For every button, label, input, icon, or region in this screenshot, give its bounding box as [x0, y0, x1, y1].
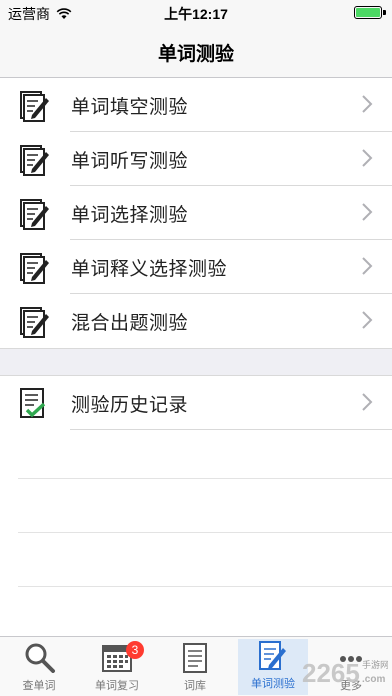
menu-item-mixed[interactable]: 混合出题测验	[0, 294, 392, 348]
section-divider	[0, 348, 392, 376]
menu-item-label: 单词填空测验	[71, 96, 189, 118]
menu-item-label: 单词选择测验	[71, 204, 189, 226]
menu-item-label: 混合出题测验	[71, 312, 189, 334]
menu-item-label: 单词释义选择测验	[71, 258, 228, 280]
menu-item-history[interactable]: 测验历史记录	[0, 376, 392, 430]
quiz-notepad-icon	[20, 199, 49, 230]
quiz-notepad-icon	[20, 145, 49, 176]
empty-row-divider	[18, 478, 392, 479]
tab-label: 查单词	[22, 679, 56, 692]
battery-level	[356, 8, 380, 17]
navigation-bar: 单词测验	[0, 26, 392, 78]
battery-icon	[354, 6, 386, 19]
review-count-badge: 3	[126, 641, 144, 659]
menu-item-choice[interactable]: 单词选择测验	[0, 186, 392, 240]
tab-label: 单词测验	[251, 677, 295, 690]
page-title: 单词测验	[157, 43, 234, 65]
menu-item-fill-blank[interactable]: 单词填空测验	[0, 78, 392, 132]
chevron-right-icon	[362, 393, 373, 411]
svg-text:.com: .com	[362, 674, 385, 685]
magnifier-icon	[25, 643, 55, 673]
chevron-right-icon	[362, 95, 373, 113]
site-watermark-logo: 2265 手游网 .com	[302, 658, 388, 688]
menu-item-label: 测验历史记录	[71, 394, 189, 416]
tab-lookup[interactable]: 查单词	[4, 641, 74, 695]
empty-row-divider	[18, 532, 392, 533]
menu-item-definition-choice[interactable]: 单词释义选择测验	[0, 240, 392, 294]
tab-wordbank[interactable]: 词库	[160, 641, 230, 695]
history-checklist-icon	[20, 388, 46, 418]
quiz-notepad-icon	[20, 307, 49, 338]
quiz-icon	[259, 641, 286, 670]
svg-text:手游网: 手游网	[362, 659, 388, 671]
chevron-right-icon	[362, 257, 373, 275]
menu-item-dictation[interactable]: 单词听写测验	[0, 132, 392, 186]
chevron-right-icon	[362, 311, 373, 329]
status-time: 上午12:17	[164, 6, 228, 22]
tab-quiz[interactable]: 单词测验	[238, 639, 308, 695]
quiz-menu-list: 单词填空测验 单词听写测验 单词选择测验 单词释义选择测验 混合出题测验 测验历…	[0, 78, 392, 430]
svg-text:2265: 2265	[302, 658, 360, 688]
tab-review[interactable]: 3 单词复习	[82, 641, 152, 695]
quiz-notepad-icon	[20, 91, 49, 122]
tab-label: 词库	[184, 679, 206, 692]
notepad-icon	[183, 643, 207, 673]
quiz-notepad-icon	[20, 253, 49, 284]
chevron-right-icon	[362, 149, 373, 167]
status-bar: 运营商 上午12:17	[0, 0, 392, 26]
chevron-right-icon	[362, 203, 373, 221]
tab-label: 单词复习	[95, 679, 139, 692]
menu-item-label: 单词听写测验	[71, 150, 189, 172]
empty-row-divider	[18, 586, 392, 587]
